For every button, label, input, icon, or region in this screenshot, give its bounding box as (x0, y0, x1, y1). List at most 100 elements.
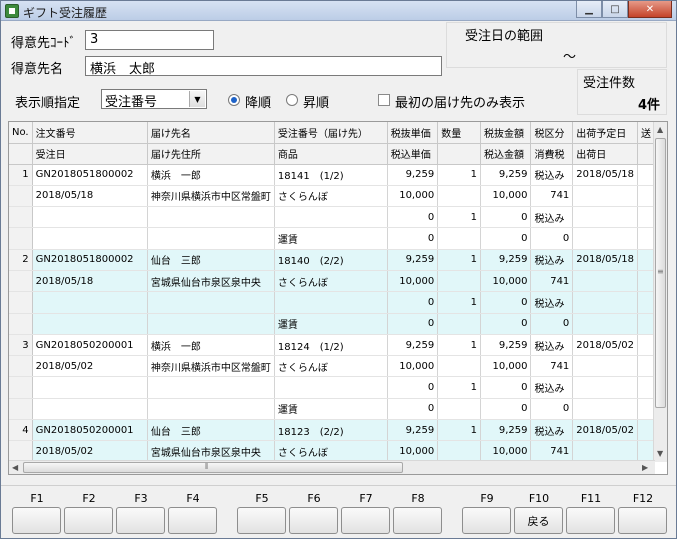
table-row[interactable]: 2018/05/02 宮城県仙台市泉区泉中央 さくらんぼ 10,000 10,000 74… (9, 440, 655, 462)
table-cell (437, 185, 482, 208)
table-cell (32, 206, 148, 229)
vertical-scrollbar[interactable]: ▲ ≡ ▼ (653, 122, 667, 462)
chevron-down-icon[interactable]: ▼ (189, 91, 205, 107)
function-key-button-f1[interactable] (12, 507, 61, 534)
function-key-button-f8[interactable] (393, 507, 442, 534)
table-cell: 1 (437, 376, 482, 399)
row-number (9, 376, 33, 399)
horizontal-scroll-thumb[interactable] (23, 462, 403, 473)
table-row[interactable]: 3 GN2018050200001 横浜 一郎 18124 (1/2) 9,259 1 9,… (9, 334, 655, 357)
table-cell (637, 334, 655, 357)
table-cell (572, 376, 638, 399)
table-cell (637, 206, 655, 229)
function-key-button-f10[interactable]: 戻る (514, 507, 563, 534)
column-header[interactable]: 税抜単価 (387, 122, 439, 144)
column-header[interactable]: 出荷予定日 (572, 122, 638, 144)
title-bar[interactable]: ギフト受注履歴 ▁ □ ✕ (1, 1, 676, 21)
order-history-grid[interactable]: No. 注文番号 届け先名 受注番号（届け先） 税抜単価 数量 税抜金額 税区分 出荷予定日送受… (8, 121, 668, 475)
column-header[interactable]: 注文番号 (32, 122, 148, 144)
column-header[interactable]: 税込単価 (387, 143, 439, 165)
scroll-down-icon[interactable]: ▼ (657, 449, 663, 458)
column-header[interactable]: 送 (637, 122, 655, 144)
sort-order-select[interactable]: 受注番号 ▼ (101, 89, 207, 110)
function-key-button-f11[interactable] (566, 507, 615, 534)
column-header[interactable]: 届け先住所 (147, 143, 275, 165)
table-row[interactable]: 運賃 0 0 0 (9, 227, 655, 250)
table-cell: 2018/05/02 (572, 334, 638, 357)
table-cell: 10,000 (480, 355, 532, 378)
customer-code-input[interactable]: 3 (85, 30, 214, 50)
function-key-button-f4[interactable] (168, 507, 217, 534)
table-row[interactable]: 運賃 0 0 0 (9, 398, 655, 421)
table-cell: 2018/05/18 (572, 164, 638, 186)
scroll-left-icon[interactable]: ◀ (12, 463, 18, 472)
table-cell: 18140 (2/2) (274, 249, 388, 271)
function-key-button-f3[interactable] (116, 507, 165, 534)
row-number: 2 (9, 249, 33, 271)
column-header[interactable]: 受注日 (32, 143, 148, 165)
column-header[interactable] (637, 143, 655, 165)
table-row[interactable]: 2018/05/18 宮城県仙台市泉区泉中央 さくらんぼ 10,000 10,000 74… (9, 270, 655, 293)
table-cell (32, 291, 148, 314)
descending-radio[interactable] (228, 94, 240, 106)
table-row[interactable]: 2018/05/02 神奈川県横浜市中区常盤町 さくらんぼ 10,000 10,000 7… (9, 355, 655, 378)
table-cell: GN2018051800002 (32, 164, 148, 186)
table-cell (32, 227, 148, 250)
order-table: No. 注文番号 届け先名 受注番号（届け先） 税抜単価 数量 税抜金額 税区分 出荷予定日送受… (9, 122, 655, 462)
table-row[interactable]: 運賃 0 0 0 (9, 313, 655, 335)
column-header[interactable] (437, 143, 482, 165)
table-cell: 9,259 (387, 249, 439, 271)
function-key-button-f7[interactable] (341, 507, 390, 534)
close-icon[interactable]: ✕ (628, 1, 672, 18)
table-cell (32, 376, 148, 399)
column-header[interactable]: 商品 (274, 143, 388, 165)
table-cell (572, 355, 638, 378)
function-key-button-f6[interactable] (289, 507, 338, 534)
table-cell: 1 (437, 249, 482, 271)
table-cell: 神奈川県横浜市中区常盤町 (147, 355, 275, 378)
function-key-label-f5: F5 (255, 492, 269, 505)
table-row[interactable]: 1 GN2018051800002 横浜 一郎 18141 (1/2) 9,259 1 9,… (9, 164, 655, 186)
table-cell: 9,259 (480, 249, 532, 271)
table-row[interactable]: 0 1 0 税込み (9, 376, 655, 399)
column-header[interactable]: 消費税 (530, 143, 574, 165)
column-header[interactable]: 出荷日 (572, 143, 638, 165)
first-destination-only-checkbox[interactable] (378, 94, 390, 106)
function-key-button-f12[interactable] (618, 507, 667, 534)
column-header[interactable]: 受注番号（届け先） (274, 122, 388, 144)
table-cell (637, 440, 655, 462)
column-header[interactable]: 税込金額 (480, 143, 532, 165)
scroll-right-icon[interactable]: ▶ (642, 463, 648, 472)
scroll-up-icon[interactable]: ▲ (657, 125, 663, 134)
column-header[interactable]: 届け先名 (147, 122, 275, 144)
customer-name-input[interactable]: 横浜 太郎 (85, 56, 442, 77)
table-cell: 0 (387, 227, 439, 250)
table-cell (274, 291, 388, 314)
maximize-icon[interactable]: □ (602, 1, 628, 18)
column-header[interactable]: No. (9, 122, 33, 144)
function-key-button-f2[interactable] (64, 507, 113, 534)
row-number (9, 206, 33, 229)
table-cell: 2018/05/18 (572, 249, 638, 271)
table-row[interactable]: 2 GN2018051800002 仙台 三郎 18140 (2/2) 9,259 1 9,… (9, 249, 655, 271)
table-row[interactable]: 0 1 0 税込み (9, 291, 655, 314)
column-header[interactable] (9, 143, 33, 165)
function-key-button-f9[interactable] (462, 507, 511, 534)
function-key-label-f4: F4 (186, 492, 200, 505)
horizontal-scrollbar[interactable]: ◀ ⦀ ▶ (9, 460, 655, 474)
table-cell (437, 313, 482, 335)
column-header[interactable]: 税抜金額 (480, 122, 532, 144)
table-cell (637, 291, 655, 314)
table-cell: 9,259 (387, 164, 439, 186)
ascending-radio[interactable] (286, 94, 298, 106)
table-cell: 税込み (530, 376, 574, 399)
minimize-icon[interactable]: ▁ (576, 1, 602, 18)
table-row[interactable]: 4 GN2018050200001 仙台 三郎 18123 (2/2) 9,259 1 9,… (9, 419, 655, 442)
table-row[interactable]: 2018/05/18 神奈川県横浜市中区常盤町 さくらんぼ 10,000 10,000 7… (9, 185, 655, 208)
column-header[interactable]: 数量 (437, 122, 482, 144)
function-key-button-f5[interactable] (237, 507, 286, 534)
table-cell: 10,000 (387, 440, 439, 462)
table-row[interactable]: 0 1 0 税込み (9, 206, 655, 229)
header-row: 受注日 届け先住所 商品 税込単価 税込金額 消費税 出荷日 (9, 143, 655, 165)
column-header[interactable]: 税区分 (530, 122, 574, 144)
